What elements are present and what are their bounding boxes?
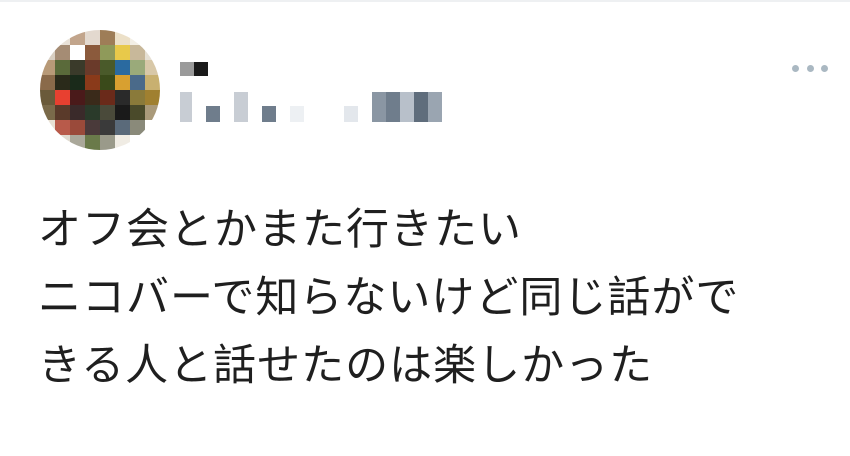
more-dots-icon xyxy=(821,64,828,72)
author-handle-redacted[interactable] xyxy=(180,92,442,122)
tweet-text-line: きる人と話せたのは楽しかった xyxy=(38,341,654,391)
avatar[interactable] xyxy=(40,30,160,150)
more-dots-icon xyxy=(806,64,814,72)
tweet-text-line: オフ会とかまた行きたい xyxy=(38,205,522,255)
tweet-body: オフ会とかまた行きたい ニコバーで知らないけど同じ話がで きる人と話せたのは楽し… xyxy=(38,196,828,400)
top-divider xyxy=(0,0,850,2)
tweet-text-line: ニコバーで知らないけど同じ話がで xyxy=(38,273,740,323)
tweet-card: オフ会とかまた行きたい ニコバーで知らないけど同じ話がで きる人と話せたのは楽し… xyxy=(0,0,850,456)
author-name-redacted[interactable] xyxy=(180,62,208,76)
more-options-button[interactable] xyxy=(792,58,828,78)
more-dots-icon xyxy=(792,64,799,72)
